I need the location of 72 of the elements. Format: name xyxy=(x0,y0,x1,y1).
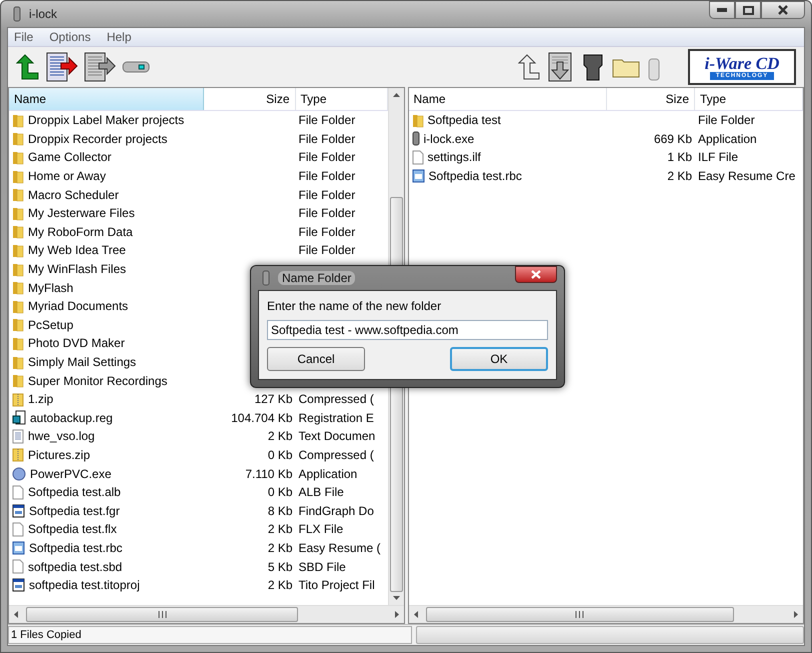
file-size: 5 Kb xyxy=(268,560,292,574)
file-name: Home or Away xyxy=(28,169,106,184)
file-type: Text Documen xyxy=(298,429,376,444)
file-name: My Web Idea Tree xyxy=(28,243,126,258)
file-name: settings.ilf xyxy=(428,150,481,164)
file-type: SBD File xyxy=(298,560,346,574)
file-type: File Folder xyxy=(698,113,755,128)
file-name: softpedia test.titoproj xyxy=(29,578,140,592)
file-name: PowerPVC.exe xyxy=(30,466,112,481)
file-name: hwe_vso.log xyxy=(28,429,95,444)
file-type: FindGraph Do xyxy=(298,504,374,518)
logo-title: i-Ware CD xyxy=(704,54,780,72)
file-name: Droppix Recorder projects xyxy=(28,132,168,146)
file-type: ILF File xyxy=(698,150,738,164)
file-size: 2 Kb xyxy=(667,169,692,184)
file-type: ALB File xyxy=(298,485,344,500)
file-type: File Folder xyxy=(298,169,356,184)
file-type: Registration E xyxy=(298,410,374,425)
file-name: Macro Scheduler xyxy=(28,188,119,202)
file-type: FLX File xyxy=(298,522,344,536)
file-size: 0 Kb xyxy=(268,448,292,462)
file-name: Softpedia test.rbc xyxy=(29,540,122,555)
file-size: 8 Kb xyxy=(268,504,292,518)
file-size: 7.110 Kb xyxy=(245,466,292,481)
file-name: Super Monitor Recordings xyxy=(28,374,168,388)
file-type: Easy Resume Cre xyxy=(698,169,796,184)
file-name: Droppix Label Maker projects xyxy=(28,113,184,128)
file-name: 1.zip xyxy=(28,392,54,406)
dialog-title: Name Folder xyxy=(278,271,356,285)
file-type: File Folder xyxy=(298,150,356,164)
file-size: 2 Kb xyxy=(268,429,292,444)
file-name: Softpedia test.fgr xyxy=(29,504,120,518)
file-name: Photo DVD Maker xyxy=(28,336,125,350)
file-size: 2 Kb xyxy=(268,578,292,592)
file-type: File Folder xyxy=(298,243,356,258)
file-size: 104.704 Kb xyxy=(231,410,292,425)
file-size: 127 Kb xyxy=(254,392,292,406)
file-name: autobackup.reg xyxy=(30,410,113,425)
file-name: My RoboForm Data xyxy=(28,224,133,239)
file-type: File Folder xyxy=(298,132,356,146)
file-size: 0 Kb xyxy=(268,485,292,500)
file-type: File Folder xyxy=(298,224,356,239)
file-type: Compressed ( xyxy=(298,448,374,462)
file-type: Application xyxy=(698,132,757,146)
file-name: Softpedia test.alb xyxy=(28,485,121,500)
file-size: 1 Kb xyxy=(667,150,692,164)
prompt-text: Enter the name of the new folder xyxy=(267,299,442,313)
file-name: My Jesterware Files xyxy=(28,206,135,220)
file-name: PcSetup xyxy=(28,318,74,332)
file-name: softpedia test.sbd xyxy=(28,560,122,574)
file-size: 2 Kb xyxy=(268,522,292,536)
file-name: Softpedia test.rbc xyxy=(428,169,522,184)
file-type: File Folder xyxy=(298,188,356,202)
file-size: 669 Kb xyxy=(654,132,692,146)
window-title: i-lock xyxy=(29,7,58,21)
file-type: File Folder xyxy=(298,206,356,220)
file-size: 2 Kb xyxy=(268,540,292,555)
file-name: Simply Mail Settings xyxy=(28,355,136,370)
file-name: Pictures.zip xyxy=(28,448,90,462)
file-type: Application xyxy=(298,466,358,481)
file-name: My WinFlash Files xyxy=(28,262,126,276)
status-text: 1 Files Copied xyxy=(8,626,412,644)
file-name: Game Collector xyxy=(28,150,112,164)
file-type: Easy Resume ( xyxy=(298,540,381,555)
file-type: Compressed ( xyxy=(298,392,374,406)
file-name: Myriad Documents xyxy=(28,299,128,314)
file-name: Softpedia test.flx xyxy=(28,522,117,536)
file-type: File Folder xyxy=(298,113,356,128)
file-name: Softpedia test xyxy=(428,113,501,128)
file-type: Tito Project Fil xyxy=(298,578,375,592)
file-name: MyFlash xyxy=(28,280,74,295)
file-name: i-lock.exe xyxy=(424,132,474,146)
